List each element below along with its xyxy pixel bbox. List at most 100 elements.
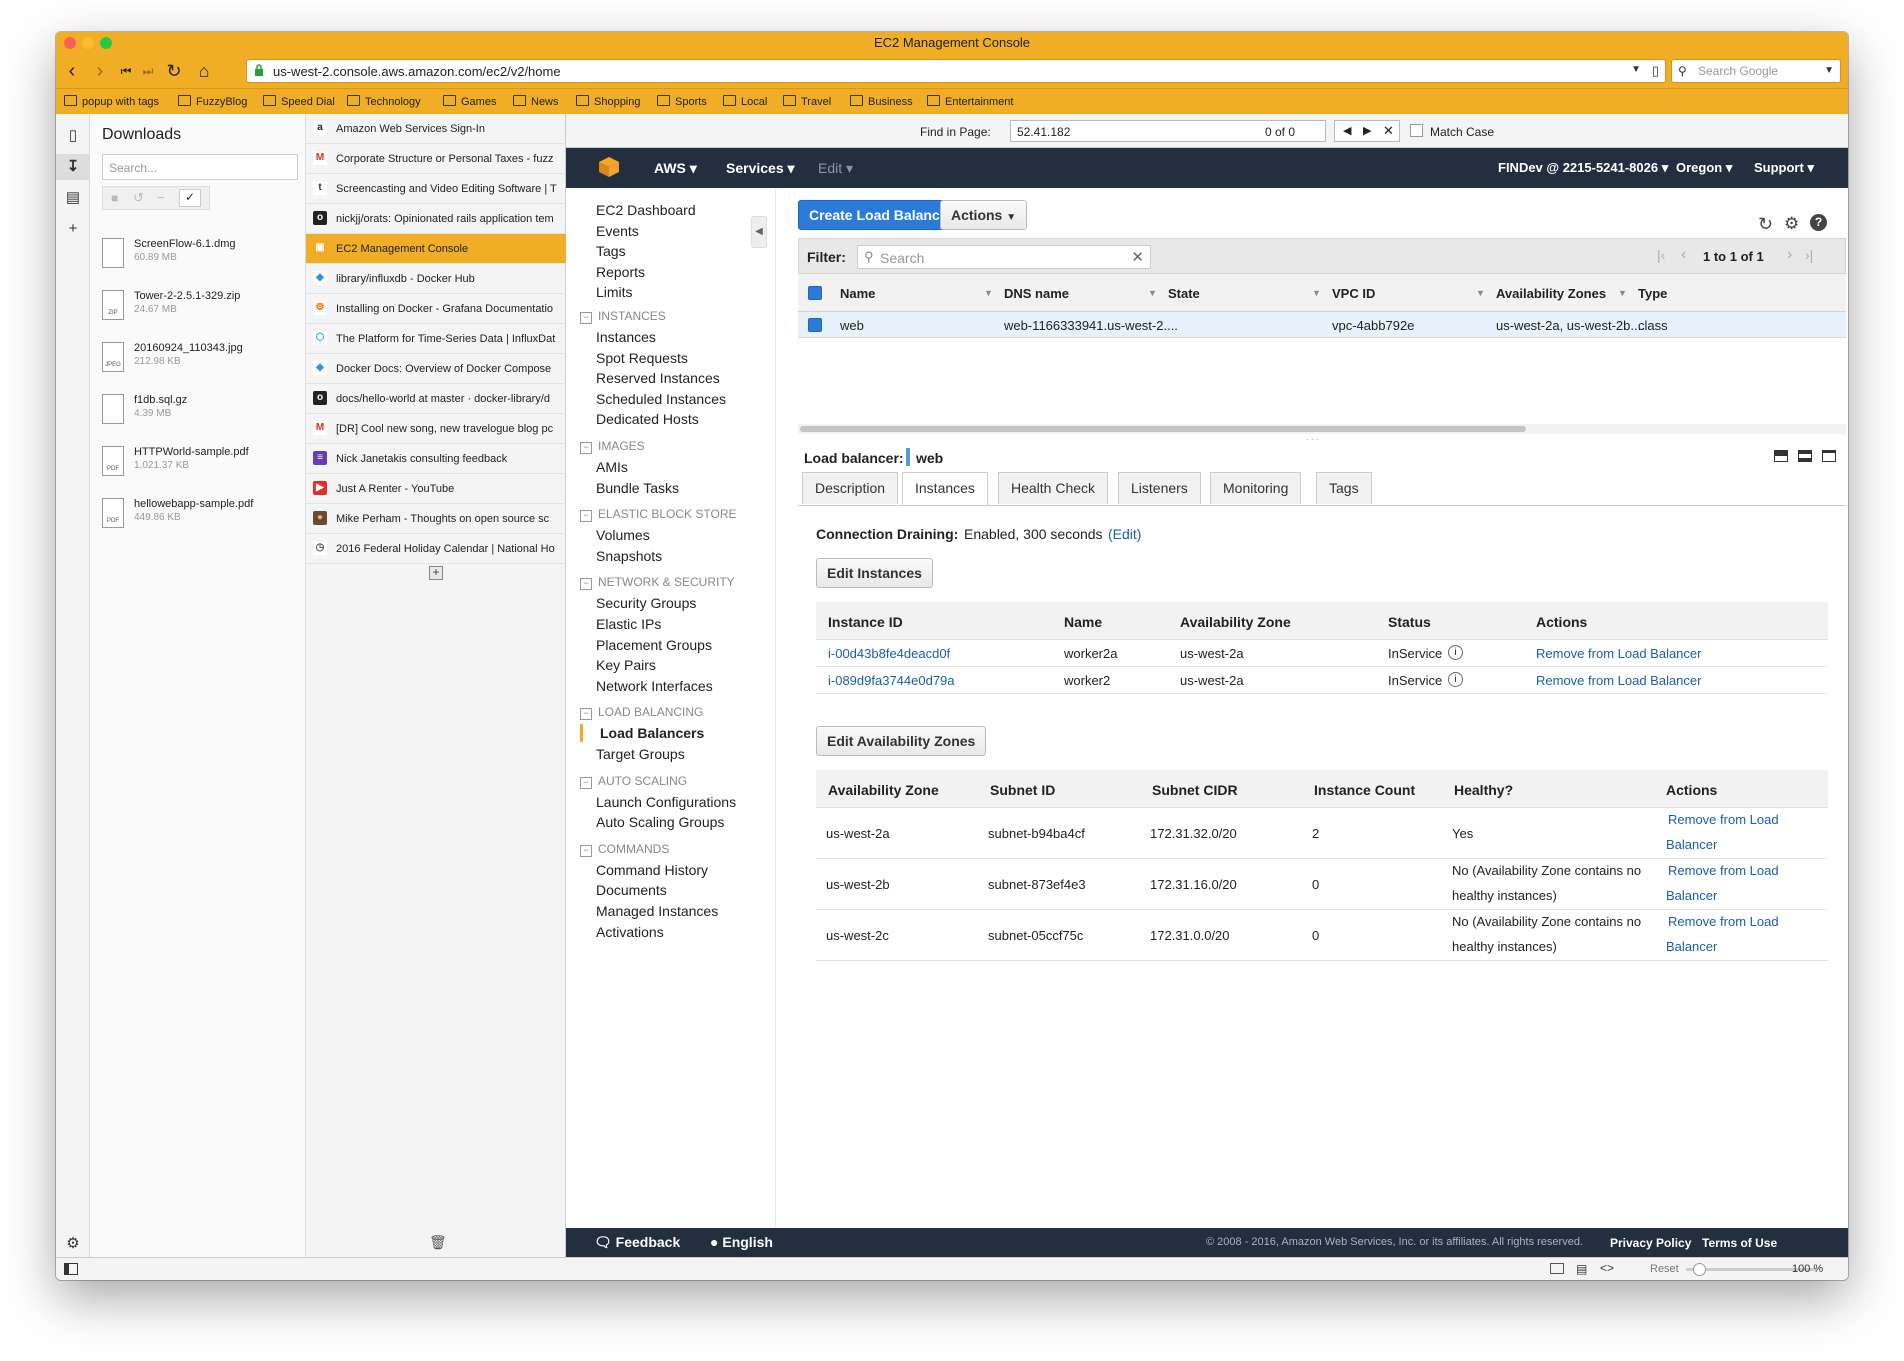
download-item[interactable]: PDF hellowebapp-sample.pdf 449.86 KB: [98, 494, 298, 538]
download-item[interactable]: PDF HTTPWorld-sample.pdf 1,021.37 KB: [98, 442, 298, 486]
url-dropdown-icon[interactable]: ▼: [1631, 64, 1641, 75]
sidebar-item[interactable]: Managed Instances: [596, 903, 718, 919]
bookmark-folder[interactable]: News: [513, 95, 559, 108]
bookmark-folder[interactable]: Travel: [783, 95, 831, 108]
remove-instance-link[interactable]: Remove from Load Balancer: [1536, 673, 1701, 688]
sidebar-item[interactable]: Documents: [596, 882, 667, 898]
scrollbar-thumb[interactable]: [800, 426, 1526, 432]
bookmarks-panel-icon[interactable]: ▯: [56, 126, 90, 144]
download-item[interactable]: ZIP Tower-2-2.5.1-329.zip 24.67 MB: [98, 286, 298, 330]
language-button[interactable]: ● English: [710, 1234, 773, 1250]
sidebar-item[interactable]: Reports: [596, 264, 645, 280]
images-icon[interactable]: ▤: [1576, 1262, 1587, 1276]
sidebar-item[interactable]: Instances: [596, 329, 656, 345]
terms-of-use-link[interactable]: Terms of Use: [1702, 1236, 1777, 1250]
add-panel-icon[interactable]: +: [56, 220, 90, 237]
close-window-button[interactable]: [64, 37, 76, 49]
tab-item[interactable]: ⚙ Installing on Docker - Grafana Document…: [306, 294, 566, 324]
forward-icon[interactable]: ›: [88, 59, 112, 83]
privacy-policy-link[interactable]: Privacy Policy: [1610, 1236, 1691, 1250]
actions-button[interactable]: Actions ▼: [940, 200, 1028, 230]
back-icon[interactable]: ‹: [60, 59, 84, 83]
sidebar-item[interactable]: Scheduled Instances: [596, 391, 726, 407]
column-name[interactable]: Name: [840, 286, 875, 301]
tab-instances[interactable]: Instances: [902, 472, 988, 505]
bookmark-folder[interactable]: Technology: [347, 95, 421, 108]
sidebar-item[interactable]: Key Pairs: [596, 657, 656, 673]
trash-icon[interactable]: 🗑: [429, 1234, 447, 1251]
previous-page-icon[interactable]: ‹: [1681, 246, 1686, 264]
settings-icon[interactable]: ⚙: [56, 1234, 90, 1252]
select-all-checkbox[interactable]: [808, 286, 822, 300]
edit-menu[interactable]: Edit ▾: [818, 160, 853, 177]
tab-item[interactable]: M [DR] Cool new song, new travelogue blog…: [306, 414, 566, 444]
account-menu[interactable]: FINDev @ 2215-5241-8026 ▾: [1498, 160, 1668, 176]
toggle-panel-icon[interactable]: [64, 1263, 78, 1275]
remove-icon[interactable]: −: [157, 190, 165, 205]
tab-item[interactable]: o docs/hello-world at master · docker-lib…: [306, 384, 566, 414]
aws-cube-icon[interactable]: [598, 156, 620, 178]
downloads-panel-icon[interactable]: ↧: [56, 154, 90, 180]
sidebar-item[interactable]: Load Balancers: [600, 725, 704, 741]
edit-draining-link[interactable]: (Edit): [1108, 526, 1141, 542]
bookmark-folder[interactable]: Speed Dial: [263, 95, 335, 108]
sidebar-item[interactable]: Tags: [596, 243, 626, 259]
sidebar-item[interactable]: Launch Configurations: [596, 794, 736, 810]
match-case-checkbox[interactable]: [1410, 124, 1423, 137]
info-icon[interactable]: i: [1448, 645, 1463, 660]
sidebar-item[interactable]: Dedicated Hosts: [596, 411, 699, 427]
edit-availability-zones-button[interactable]: Edit Availability Zones: [816, 726, 987, 756]
sidebar-item[interactable]: Events: [596, 223, 639, 239]
find-close-icon[interactable]: ✕: [1383, 123, 1394, 139]
tab-item[interactable]: o nickjj/orats: Opinionated rails applica…: [306, 204, 566, 234]
rewind-icon[interactable]: ⏮: [114, 59, 138, 83]
column-dns-name[interactable]: DNS name: [1004, 286, 1069, 301]
bookmark-item[interactable]: FuzzyBlog: [178, 95, 247, 108]
clear-filter-icon[interactable]: ✕: [1131, 248, 1144, 266]
zoom-slider-knob[interactable]: [1693, 1263, 1706, 1276]
url-field[interactable]: us-west-2.console.aws.amazon.com/ec2/v2/…: [246, 59, 1666, 83]
search-engine-field[interactable]: ⚲ Search Google ▼: [1671, 59, 1841, 83]
reload-icon[interactable]: ↻: [162, 59, 186, 83]
gear-icon[interactable]: ⚙: [1784, 214, 1799, 234]
last-page-icon[interactable]: ›|: [1805, 247, 1813, 263]
new-tab-icon[interactable]: +: [429, 566, 443, 580]
remove-az-link-continued[interactable]: Balancer: [1666, 837, 1717, 852]
find-input[interactable]: 52.41.182 0 of 0: [1010, 120, 1326, 142]
bookmark-icon[interactable]: ▯: [1652, 63, 1659, 79]
tab-monitoring[interactable]: Monitoring: [1210, 472, 1302, 504]
info-icon[interactable]: i: [1448, 672, 1463, 687]
fast-forward-icon[interactable]: ⏭: [136, 59, 160, 83]
tab-item[interactable]: t Screencasting and Video Editing Softwar…: [306, 174, 566, 204]
tab-item[interactable]: ≡ Nick Janetakis consulting feedback: [306, 444, 566, 474]
sidebar-item[interactable]: AMIs: [596, 459, 628, 475]
sidebar-item[interactable]: EC2 Dashboard: [596, 202, 696, 218]
tab-item[interactable]: ⬡ The Platform for Time-Series Data | Inf…: [306, 324, 566, 354]
tab-item[interactable]: a Amazon Web Services Sign-In: [306, 114, 566, 144]
column-availability-zones[interactable]: Availability Zones: [1496, 286, 1606, 301]
first-page-icon[interactable]: |‹: [1657, 247, 1665, 263]
bookmark-folder[interactable]: Sports: [657, 95, 707, 108]
sort-icon[interactable]: ▼: [984, 288, 993, 298]
tab-item[interactable]: ● Mike Perham - Thoughts on open source s…: [306, 504, 566, 534]
sidebar-item[interactable]: Placement Groups: [596, 637, 712, 653]
clear-downloads-icon[interactable]: ✓: [179, 189, 201, 207]
downloads-search-input[interactable]: Search...: [102, 154, 298, 180]
zoom-window-button[interactable]: [100, 37, 112, 49]
code-icon[interactable]: <>: [1600, 1261, 1614, 1275]
aws-menu[interactable]: AWS ▾: [654, 160, 697, 177]
collapse-sidebar-icon[interactable]: ◀: [751, 216, 767, 248]
sidebar-item[interactable]: Target Groups: [596, 746, 685, 762]
sort-icon[interactable]: ▼: [1312, 288, 1321, 298]
region-menu[interactable]: Oregon ▾: [1676, 160, 1732, 176]
sidebar-item[interactable]: Limits: [596, 284, 633, 300]
sidebar-item[interactable]: Auto Scaling Groups: [596, 814, 724, 830]
tab-item[interactable]: ▣ EC2 Management Console: [306, 234, 566, 264]
find-next-icon[interactable]: ▶: [1363, 124, 1371, 137]
zoom-reset-button[interactable]: Reset: [1650, 1263, 1679, 1275]
remove-instance-link[interactable]: Remove from Load Balancer: [1536, 646, 1701, 661]
refresh-icon[interactable]: ↻: [1758, 214, 1773, 235]
sidebar-item[interactable]: Reserved Instances: [596, 370, 720, 386]
remove-az-link[interactable]: Remove from Load: [1668, 914, 1779, 929]
remove-az-link[interactable]: Remove from Load: [1668, 863, 1779, 878]
